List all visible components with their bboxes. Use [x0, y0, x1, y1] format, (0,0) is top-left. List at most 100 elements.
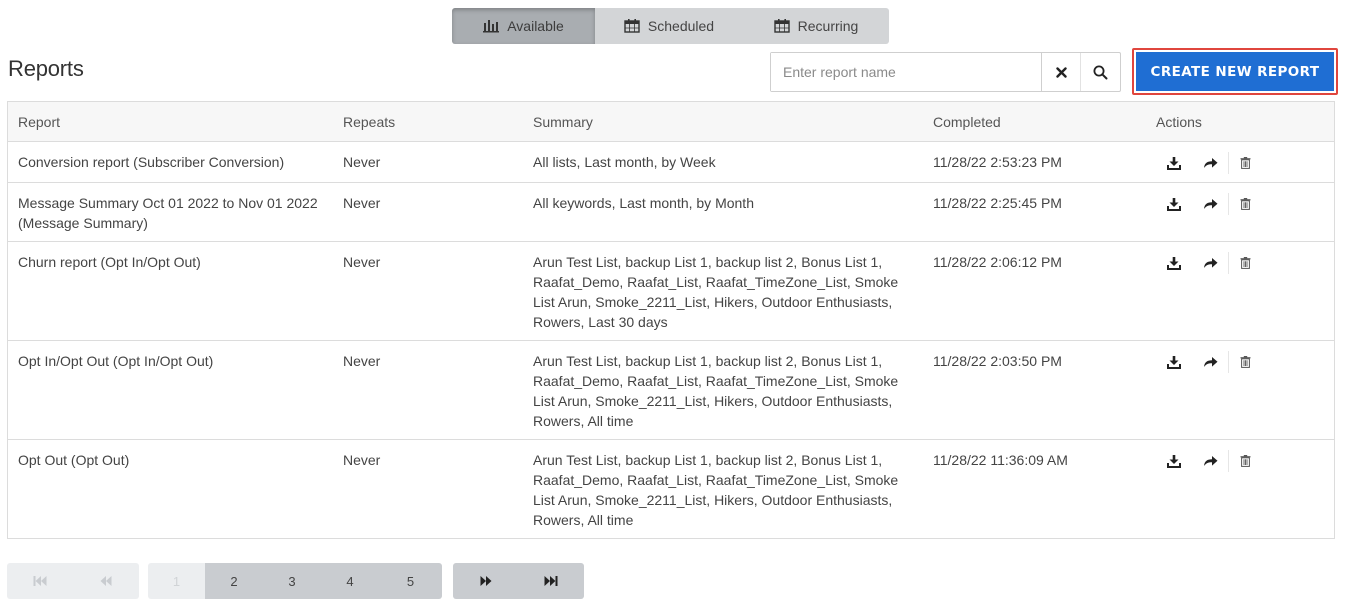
- summary-cell: Arun Test List, backup List 1, backup li…: [533, 452, 899, 528]
- page-title: Reports: [8, 56, 84, 81]
- completed-cell: 11/28/22 2:03:50 PM: [933, 353, 1062, 369]
- skip-forward-icon: [544, 576, 558, 586]
- trash-icon: [1240, 455, 1251, 467]
- completed-cell: 11/28/22 2:06:12 PM: [933, 254, 1062, 270]
- report-view-tabs: Available Scheduled Recurring: [452, 8, 889, 44]
- repeats-cell: Never: [343, 452, 381, 468]
- report-name-cell: Conversion report (Subscriber Conversion…: [18, 154, 285, 170]
- table-row: Opt Out (Opt Out) Never Arun Test List, …: [8, 440, 1334, 538]
- close-icon: [1055, 66, 1067, 78]
- search-bar: [770, 52, 1121, 92]
- repeats-cell: Never: [343, 154, 381, 170]
- page-button-3[interactable]: 3: [263, 563, 321, 599]
- table-header: Report Repeats Summary Completed Actions: [8, 102, 1334, 142]
- column-header-repeats[interactable]: Repeats: [335, 114, 526, 130]
- repeats-cell: Never: [343, 353, 381, 369]
- download-icon: [1167, 256, 1181, 270]
- table-row: Churn report (Opt In/Opt Out) Never Arun…: [8, 242, 1334, 341]
- bar-chart-icon: [483, 20, 500, 33]
- previous-page-button[interactable]: [73, 563, 139, 599]
- next-page-button[interactable]: [453, 563, 518, 599]
- delete-button[interactable]: [1228, 193, 1262, 215]
- share-button[interactable]: [1192, 252, 1228, 274]
- delete-button[interactable]: [1228, 450, 1262, 472]
- trash-icon: [1240, 198, 1251, 210]
- download-button[interactable]: [1156, 152, 1192, 174]
- actions-cell: [1144, 440, 1334, 538]
- calendar-icon: [773, 19, 790, 33]
- tab-label: Recurring: [797, 18, 859, 34]
- summary-cell: All lists, Last month, by Week: [533, 154, 716, 170]
- download-icon: [1167, 454, 1181, 468]
- actions-cell: [1144, 142, 1334, 182]
- last-page-button[interactable]: [518, 563, 584, 599]
- table-row: Conversion report (Subscriber Conversion…: [8, 142, 1334, 183]
- table-row: Opt In/Opt Out (Opt In/Opt Out) Never Ar…: [8, 341, 1334, 440]
- tab-scheduled[interactable]: Scheduled: [595, 8, 743, 44]
- repeats-cell: Never: [343, 195, 381, 211]
- download-button[interactable]: [1156, 193, 1192, 215]
- pagination-prev-group: [7, 563, 139, 599]
- report-name-cell: Churn report (Opt In/Opt Out): [18, 254, 201, 270]
- pagination-next-group: [453, 563, 584, 599]
- fast-forward-icon: [480, 576, 491, 586]
- report-name-cell: Message Summary Oct 01 2022 to Nov 01 20…: [18, 195, 318, 231]
- summary-cell: Arun Test List, backup List 1, backup li…: [533, 254, 899, 330]
- delete-button[interactable]: [1228, 351, 1262, 373]
- clear-search-button[interactable]: [1042, 53, 1080, 91]
- download-button[interactable]: [1156, 351, 1192, 373]
- skip-back-icon: [33, 576, 47, 586]
- share-button[interactable]: [1192, 193, 1228, 215]
- calendar-icon: [624, 19, 640, 33]
- page-button-1[interactable]: 1: [148, 563, 205, 599]
- share-button[interactable]: [1192, 450, 1228, 472]
- completed-cell: 11/28/22 11:36:09 AM: [933, 452, 1068, 468]
- delete-button[interactable]: [1228, 252, 1262, 274]
- table-row: Message Summary Oct 01 2022 to Nov 01 20…: [8, 183, 1334, 242]
- pagination-pages: 1 2 3 4 5: [148, 563, 442, 599]
- first-page-button[interactable]: [7, 563, 73, 599]
- download-button[interactable]: [1156, 450, 1192, 472]
- page-button-5[interactable]: 5: [379, 563, 442, 599]
- repeats-cell: Never: [343, 254, 381, 270]
- page-button-4[interactable]: 4: [321, 563, 379, 599]
- trash-icon: [1240, 257, 1251, 269]
- share-arrow-icon: [1203, 258, 1217, 268]
- create-new-report-button[interactable]: CREATE NEW REPORT: [1136, 52, 1334, 91]
- search-input[interactable]: [771, 53, 1042, 91]
- actions-cell: [1144, 183, 1334, 241]
- summary-cell: Arun Test List, backup List 1, backup li…: [533, 353, 899, 429]
- share-arrow-icon: [1203, 357, 1217, 367]
- create-button-highlight: CREATE NEW REPORT: [1132, 48, 1338, 95]
- report-name-cell: Opt In/Opt Out (Opt In/Opt Out): [18, 353, 214, 369]
- tab-label: Scheduled: [647, 18, 715, 34]
- trash-icon: [1240, 157, 1251, 169]
- search-icon: [1093, 65, 1108, 79]
- summary-cell: All keywords, Last month, by Month: [533, 195, 754, 211]
- rewind-icon: [100, 576, 112, 586]
- actions-cell: [1144, 242, 1334, 340]
- tab-available[interactable]: Available: [452, 8, 595, 44]
- table-body: Conversion report (Subscriber Conversion…: [8, 142, 1334, 538]
- column-header-summary[interactable]: Summary: [526, 114, 926, 130]
- share-arrow-icon: [1203, 158, 1217, 168]
- share-button[interactable]: [1192, 152, 1228, 174]
- share-arrow-icon: [1203, 199, 1217, 209]
- download-icon: [1167, 156, 1181, 170]
- report-name-cell: Opt Out (Opt Out): [18, 452, 130, 468]
- tab-label: Available: [507, 18, 564, 34]
- tab-recurring[interactable]: Recurring: [743, 8, 889, 44]
- column-header-report[interactable]: Report: [8, 114, 335, 130]
- delete-button[interactable]: [1228, 152, 1262, 174]
- search-button[interactable]: [1080, 53, 1120, 91]
- page-button-2[interactable]: 2: [205, 563, 263, 599]
- column-header-completed[interactable]: Completed: [926, 114, 1144, 130]
- completed-cell: 11/28/22 2:53:23 PM: [933, 154, 1062, 170]
- share-button[interactable]: [1192, 351, 1228, 373]
- download-icon: [1167, 197, 1181, 211]
- download-icon: [1167, 355, 1181, 369]
- trash-icon: [1240, 356, 1251, 368]
- actions-cell: [1144, 341, 1334, 439]
- download-button[interactable]: [1156, 252, 1192, 274]
- reports-table: Report Repeats Summary Completed Actions…: [7, 101, 1335, 539]
